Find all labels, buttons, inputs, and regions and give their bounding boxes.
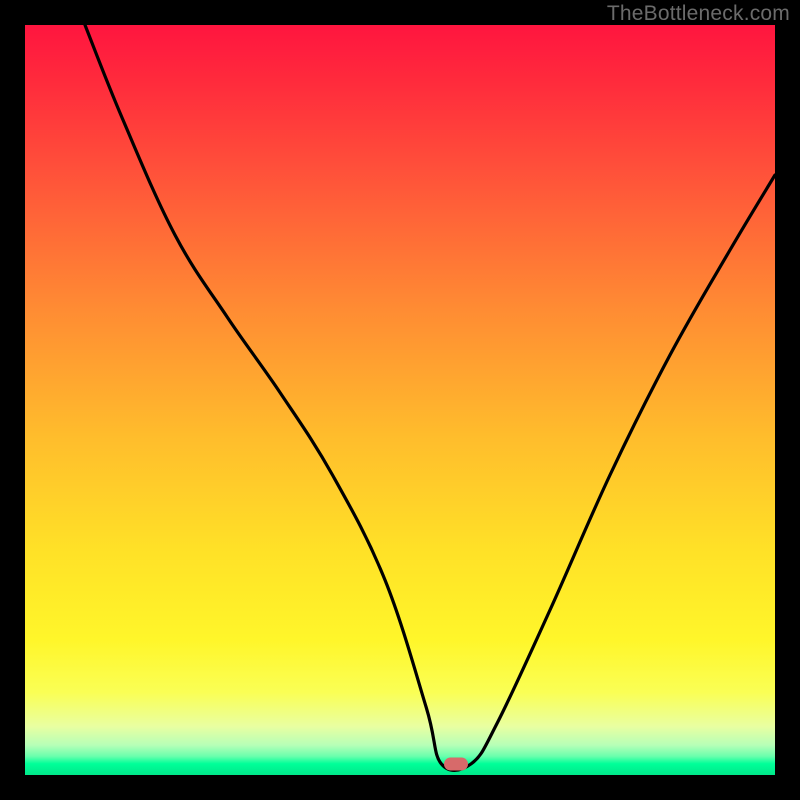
optimal-point-marker [444,757,468,770]
watermark-text: TheBottleneck.com [607,2,790,26]
bottleneck-curve [25,25,775,775]
chart-container: TheBottleneck.com [0,0,800,800]
plot-frame [25,25,775,775]
